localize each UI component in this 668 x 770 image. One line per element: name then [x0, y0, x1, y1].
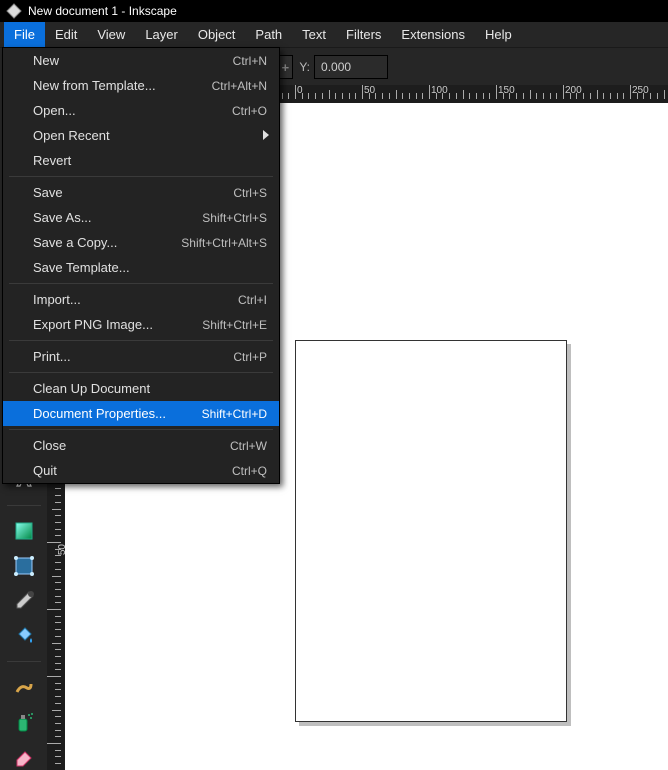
menu-item-shortcut: Ctrl+W [230, 439, 267, 453]
toolbox-separator [7, 661, 41, 662]
menu-item-label: Save [33, 185, 233, 200]
menubar: File Edit View Layer Object Path Text Fi… [0, 22, 668, 47]
menu-item-label: Open Recent [33, 128, 267, 143]
menu-item-save-a-copy[interactable]: Save a Copy...Shift+Ctrl+Alt+S [3, 230, 279, 255]
menu-item-label: Quit [33, 463, 232, 478]
menu-item-save-template[interactable]: Save Template... [3, 255, 279, 280]
menu-item-label: Export PNG Image... [33, 317, 202, 332]
menu-item-close[interactable]: CloseCtrl+W [3, 433, 279, 458]
menu-item-label: Print... [33, 349, 233, 364]
y-label: Y: [299, 60, 310, 74]
y-value: 0.000 [315, 60, 387, 74]
window-title: New document 1 - Inkscape [28, 4, 177, 18]
menu-item-label: Clean Up Document [33, 381, 267, 396]
menu-item-label: Close [33, 438, 230, 453]
submenu-arrow-icon [263, 130, 269, 140]
menu-text[interactable]: Text [292, 22, 336, 47]
menu-item-label: New from Template... [33, 78, 212, 93]
toolbox-separator [7, 505, 41, 506]
paint-bucket-tool[interactable] [10, 622, 38, 649]
menu-item-document-properties[interactable]: Document Properties...Shift+Ctrl+D [3, 401, 279, 426]
menu-item-label: Save a Copy... [33, 235, 181, 250]
menu-path[interactable]: Path [245, 22, 292, 47]
menu-file[interactable]: File [4, 22, 45, 47]
menu-item-print[interactable]: Print...Ctrl+P [3, 344, 279, 369]
titlebar: New document 1 - Inkscape [0, 0, 668, 22]
menu-edit[interactable]: Edit [45, 22, 87, 47]
menu-item-label: Revert [33, 153, 267, 168]
menu-item-save-as[interactable]: Save As...Shift+Ctrl+S [3, 205, 279, 230]
menu-filters[interactable]: Filters [336, 22, 391, 47]
y-coord-group: Y: 0.000 [299, 55, 388, 79]
menu-item-save[interactable]: SaveCtrl+S [3, 180, 279, 205]
menu-item-shortcut: Shift+Ctrl+S [202, 211, 267, 225]
menu-object[interactable]: Object [188, 22, 246, 47]
dropper-tool[interactable] [10, 587, 38, 614]
menu-item-open[interactable]: Open...Ctrl+O [3, 98, 279, 123]
spray-tool[interactable] [10, 708, 38, 735]
hruler-label: 250 [632, 85, 649, 96]
file-menu-dropdown: NewCtrl+NNew from Template...Ctrl+Alt+NO… [2, 47, 280, 484]
menu-item-shortcut: Ctrl+S [233, 186, 267, 200]
hruler-label: 100 [431, 85, 448, 96]
menu-item-shortcut: Ctrl+O [232, 104, 267, 118]
menu-item-open-recent[interactable]: Open Recent [3, 123, 279, 148]
menu-view[interactable]: View [87, 22, 135, 47]
menu-separator [9, 429, 273, 430]
menu-item-shortcut: Ctrl+N [233, 54, 267, 68]
menu-item-shortcut: Ctrl+I [238, 293, 267, 307]
app-logo-icon [6, 3, 22, 19]
hruler-label: 50 [364, 85, 375, 96]
hruler-label: 0 [297, 85, 303, 96]
hruler-label: 150 [498, 85, 515, 96]
menu-item-label: Document Properties... [33, 406, 202, 421]
menu-item-label: Open... [33, 103, 232, 118]
menu-item-label: Save Template... [33, 260, 267, 275]
menu-item-quit[interactable]: QuitCtrl+Q [3, 458, 279, 483]
tweak-tool[interactable] [10, 674, 38, 701]
hruler-label: 200 [565, 85, 582, 96]
menu-separator [9, 176, 273, 177]
eraser-tool[interactable] [10, 743, 38, 770]
menu-item-shortcut: Ctrl+Alt+N [212, 79, 267, 93]
menu-item-new-from-template[interactable]: New from Template...Ctrl+Alt+N [3, 73, 279, 98]
y-input[interactable]: 0.000 [314, 55, 388, 79]
vruler-label: 50 [57, 544, 65, 555]
menu-item-new[interactable]: NewCtrl+N [3, 48, 279, 73]
menu-item-shortcut: Shift+Ctrl+D [202, 407, 267, 421]
mesh-tool[interactable] [10, 553, 38, 580]
menu-item-shortcut: Ctrl+Q [232, 464, 267, 478]
menu-item-label: Save As... [33, 210, 202, 225]
menu-layer[interactable]: Layer [135, 22, 188, 47]
menu-separator [9, 283, 273, 284]
menu-extensions[interactable]: Extensions [391, 22, 475, 47]
menu-item-shortcut: Shift+Ctrl+E [202, 318, 267, 332]
menu-item-export-png-image[interactable]: Export PNG Image...Shift+Ctrl+E [3, 312, 279, 337]
menu-item-shortcut: Ctrl+P [233, 350, 267, 364]
menu-item-label: Import... [33, 292, 238, 307]
menu-separator [9, 372, 273, 373]
document-page [295, 340, 567, 722]
menu-item-shortcut: Shift+Ctrl+Alt+S [181, 236, 267, 250]
menu-help[interactable]: Help [475, 22, 522, 47]
menu-item-revert[interactable]: Revert [3, 148, 279, 173]
menu-item-import[interactable]: Import...Ctrl+I [3, 287, 279, 312]
gradient-tool[interactable] [10, 518, 38, 545]
menu-item-clean-up-document[interactable]: Clean Up Document [3, 376, 279, 401]
menu-separator [9, 340, 273, 341]
menu-item-label: New [33, 53, 233, 68]
